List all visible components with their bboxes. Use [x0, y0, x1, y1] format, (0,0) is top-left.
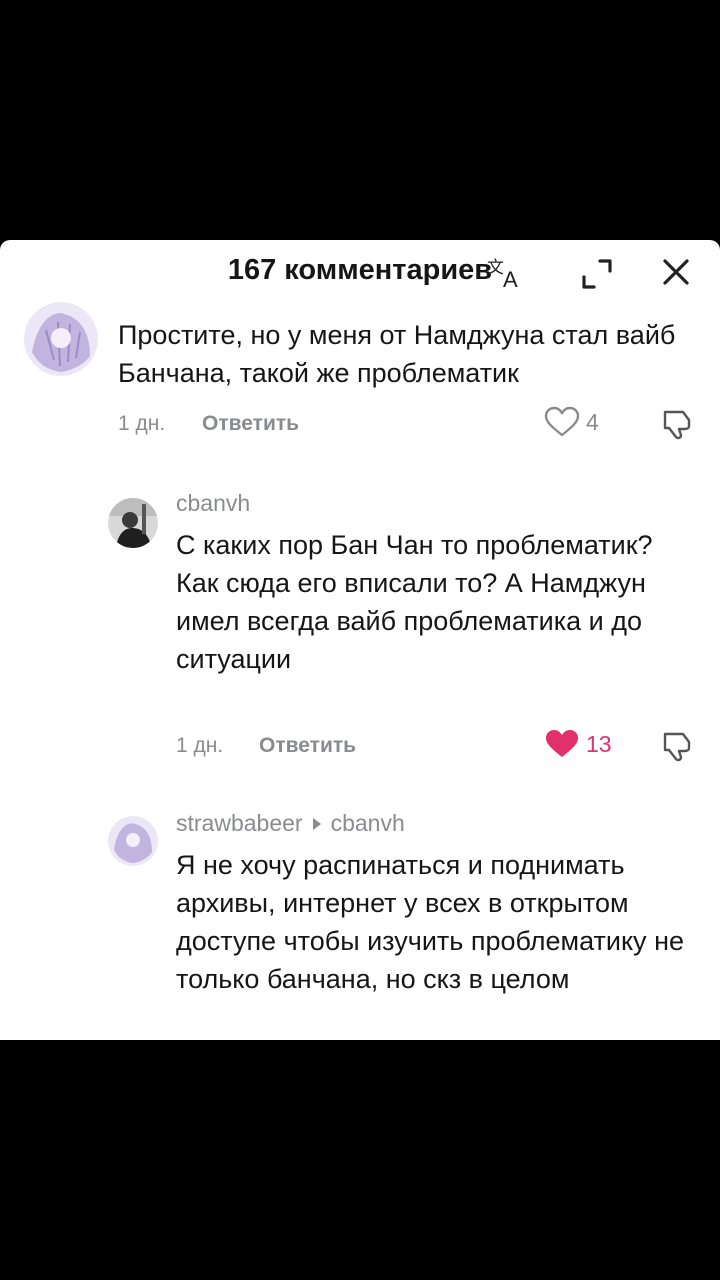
like-button[interactable]: 13: [544, 728, 612, 760]
svg-text:文: 文: [487, 258, 504, 278]
like-button[interactable]: 4: [544, 406, 599, 438]
like-count: 13: [586, 730, 612, 757]
reply-thread-usernames: strawbabeer cbanvh: [176, 810, 405, 837]
reply-to-username[interactable]: cbanvh: [331, 810, 405, 837]
close-icon[interactable]: [660, 256, 692, 288]
reply-button[interactable]: Ответить: [259, 734, 356, 758]
comment-text: С каких пор Бан Чан то проблематик? Как …: [176, 530, 653, 674]
heart-outline-icon: [544, 406, 580, 437]
dislike-icon[interactable]: [660, 728, 696, 764]
avatar[interactable]: [108, 498, 158, 548]
comment-time: 1 дн.: [118, 412, 166, 435]
comment-time: 1 дн.: [176, 734, 224, 757]
comment-text: Простите, но у меня от Намджуна стал вай…: [118, 320, 676, 388]
avatar[interactable]: [24, 302, 98, 376]
comments-sheet: 167 комментариев 文 A Простите, но у меня…: [0, 240, 720, 1040]
translate-icon[interactable]: 文 A: [486, 254, 526, 290]
username[interactable]: cbanvh: [176, 490, 250, 517]
svg-text:A: A: [503, 267, 518, 290]
expand-icon[interactable]: [580, 257, 614, 291]
heart-filled-icon: [546, 730, 578, 757]
dislike-icon[interactable]: [660, 406, 696, 442]
like-count: 4: [586, 408, 599, 435]
reply-button[interactable]: Ответить: [202, 412, 299, 436]
avatar[interactable]: [108, 816, 158, 866]
comment-text: Я не хочу распинаться и поднимать архивы…: [176, 850, 684, 994]
username[interactable]: strawbabeer: [176, 810, 303, 837]
reply-arrow-icon: [312, 817, 321, 830]
